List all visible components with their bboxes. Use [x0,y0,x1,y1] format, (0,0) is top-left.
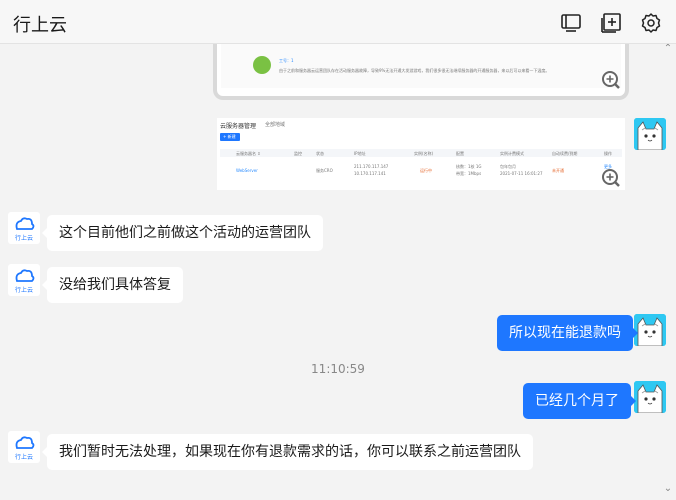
message-timestamp: 11:10:59 [311,362,365,376]
image-title: 云服务器管理 [220,123,257,130]
app-title: 行上云 [13,15,67,36]
col-header-action: 操作 [604,151,612,156]
row-ip2: 10.170.117.141 [354,171,386,176]
avatar-user[interactable] [634,118,666,150]
col-header-monitor: 监控 [294,151,302,156]
image-table-header: 云服务器名 ⇕ 监控 状态 IP地址 实例(名称) 配置 实例计费模式 自动续费… [220,149,622,157]
add-box-icon[interactable] [600,12,622,34]
logo-text: 行上云 [15,453,33,461]
row-status: 服务CRO [316,168,333,173]
image-create-label: + 新建 [223,134,236,139]
col-header-billing: 实例计费模式 [500,151,524,156]
monitor-icon[interactable] [560,12,582,34]
col-header-instance: 实例(名称) [414,151,434,156]
row-config2: 带宽：1Mbps [456,171,482,176]
image-create-button: + 新建 [220,133,240,141]
message-bubble[interactable]: 已经几个月了 [523,383,636,419]
col-header-config: 配置 [456,151,464,156]
col-header-renew: 自动续费/到期 [552,151,578,156]
row-config: 核数：1核 1G [456,164,482,169]
col-header-status: 状态 [316,151,324,156]
image-message-2[interactable]: 云服务器管理 全部地域 + 新建 云服务器名 ⇕ 监控 状态 IP地址 实例(名… [217,118,625,190]
row-expiry: 2021-07-11 16:01:27 [500,171,543,176]
row-ip: 211.170.117.147 [354,164,389,169]
scroll-up-icon[interactable]: ⌃ [662,44,674,54]
avatar-user[interactable] [634,314,666,346]
avatar-user[interactable] [634,381,666,413]
settings-icon[interactable] [640,12,662,34]
row-state: 运行中 [420,168,432,173]
scroll-down-icon[interactable]: ⌄ [662,484,674,494]
row-renew: 未开通 [552,168,564,173]
chat-area[interactable]: ⌃ 工号：1 由于之前和服务器云运营团队存在活动服务器故障，导致9%无法开通大发… [0,44,676,500]
agent-avatar-icon [253,56,271,74]
image-text: 由于之前和服务器云运营团队存在活动服务器故障，导致9%无法开通大发游游戏，我们很… [279,68,549,73]
message-bubble[interactable]: 所以现在能退款吗 [497,315,638,351]
app-header: 行上云 [0,0,676,44]
zoom-in-icon[interactable] [601,168,621,188]
image-table-row: WebServer 服务CRO 211.170.117.147 10.170.1… [220,160,622,182]
image-content: 工号：1 由于之前和服务器云运营团队存在活动服务器故障，导致9%无法开通大发游游… [221,44,621,88]
avatar-agent-logo[interactable]: 行上云 [8,212,40,244]
logo-text: 行上云 [15,234,33,242]
avatar-agent-logo[interactable]: 行上云 [8,264,40,296]
row-billing: 包年包月 [500,164,516,169]
agent-label: 工号：1 [279,58,294,63]
row-name: WebServer [236,168,258,173]
message-bubble[interactable]: 我们暂时无法处理，如果现在你有退款需求的话，你可以联系之前运营团队 [42,434,533,470]
col-header-ip: IP地址 [354,151,366,156]
zoom-in-icon[interactable] [601,70,621,90]
logo-text: 行上云 [15,286,33,294]
col-header-name: 云服务器名 ⇕ [236,151,261,156]
image-message-1[interactable]: 工号：1 由于之前和服务器云运营团队存在活动服务器故障，导致9%无法开通大发游游… [213,44,629,100]
message-bubble[interactable]: 这个目前他们之前做这个活动的运营团队 [42,215,323,251]
message-bubble[interactable]: 没给我们具体答复 [42,267,183,303]
image-region: 全部地域 [265,122,286,128]
avatar-agent-logo[interactable]: 行上云 [8,431,40,463]
